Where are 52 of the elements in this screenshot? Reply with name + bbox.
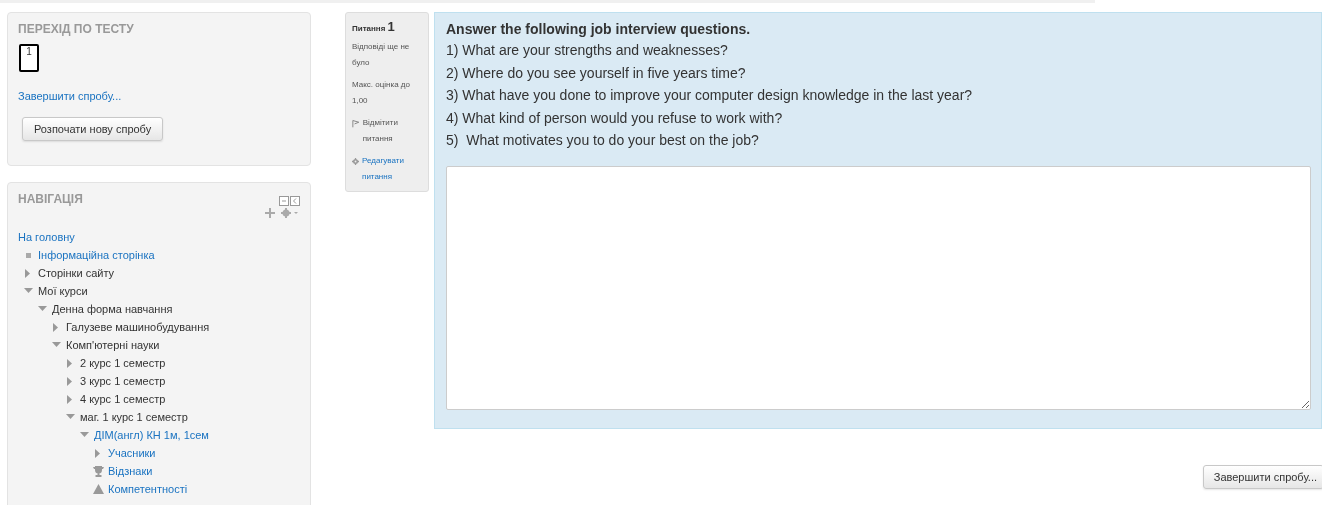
restart-button[interactable]: Розпочати нову спробу — [22, 117, 164, 141]
caret-right-icon[interactable] — [53, 322, 59, 332]
question-text: 1) What are your strengths and weaknesses? — [446, 41, 729, 60]
finish-attempt-button[interactable]: Завершити спробу... — [1202, 464, 1322, 489]
question-text: 5) What motivates you to do your best on the job? — [446, 131, 760, 150]
answer-status: Відповіді ще не було — [352, 41, 411, 69]
flag-question-link[interactable]: Відмітити питання — [362, 115, 420, 147]
caret-right-icon[interactable] — [25, 268, 31, 278]
finish-attempt-link[interactable]: Завершити спробу... — [18, 90, 122, 102]
settings-icon[interactable] — [352, 157, 360, 166]
nav-item[interactable]: ДІМ(англ) КН 1м, 1сем — [94, 429, 209, 441]
question-text: 4) What kind of person would you refuse to work with? — [446, 108, 784, 128]
caret-down-icon[interactable] — [37, 306, 47, 312]
pyramid-icon — [92, 484, 104, 494]
caret-right-icon[interactable] — [67, 394, 73, 404]
flag-icon[interactable] — [352, 119, 360, 128]
caret-right-icon[interactable] — [95, 448, 101, 458]
nav-item[interactable]: 3 курс 1 семестр — [80, 375, 166, 387]
caret-down-icon[interactable] — [65, 414, 75, 420]
nav-item[interactable]: Компетентності — [108, 483, 188, 495]
nav-item[interactable]: Інформаційна сторінка — [38, 249, 155, 261]
nav-item[interactable]: Учасники — [108, 447, 156, 459]
bullet-icon — [25, 252, 31, 258]
home-link[interactable]: На головну — [18, 231, 75, 243]
caret-down-icon[interactable] — [23, 288, 33, 294]
trophy-icon — [92, 465, 104, 477]
question-button[interactable]: 1 — [19, 44, 39, 72]
caret-down-icon[interactable] — [79, 432, 89, 438]
question-text: 3) What have you done to improve your computer design knowledge in the last year? — [446, 86, 974, 105]
question-heading: Answer the following job interview questions. — [446, 20, 752, 39]
nav-item[interactable]: маг. 1 курс 1 семестр — [80, 411, 188, 423]
nav-item[interactable]: Галузеве машинобудування — [66, 321, 210, 333]
caret-right-icon[interactable] — [67, 358, 73, 368]
answer-field[interactable] — [446, 165, 1311, 410]
question-number: Питання 1 — [352, 19, 396, 36]
panel-title: НАВІГАЦІЯ — [18, 192, 83, 206]
caret-right-icon[interactable] — [67, 376, 73, 386]
dock-controls-icon[interactable] — [279, 196, 300, 206]
nav-item[interactable]: Денна форма навчання — [52, 303, 173, 315]
nav-item[interactable]: 2 курс 1 семестр — [80, 357, 166, 369]
edit-question-link[interactable]: Редагувати питання — [362, 153, 420, 185]
nav-item[interactable]: Мої курси — [38, 285, 88, 297]
nav-item[interactable]: Сторінки сайту — [38, 267, 115, 279]
question-text: 2) Where do you see yourself in five years time? — [446, 63, 747, 83]
nav-item[interactable]: Відзнаки — [108, 465, 153, 477]
panel-title: ПЕРЕХІД ПО ТЕСТУ — [18, 22, 135, 36]
caret-down-icon[interactable] — [51, 342, 61, 348]
settings-icon[interactable] — [281, 208, 298, 218]
nav-item[interactable]: 4 курс 1 семестр — [80, 393, 166, 405]
nav-item[interactable]: Комп'ютерні науки — [66, 339, 160, 351]
move-icon[interactable] — [265, 208, 275, 218]
max-mark: Макс. оцінка до 1,00 — [352, 79, 411, 107]
